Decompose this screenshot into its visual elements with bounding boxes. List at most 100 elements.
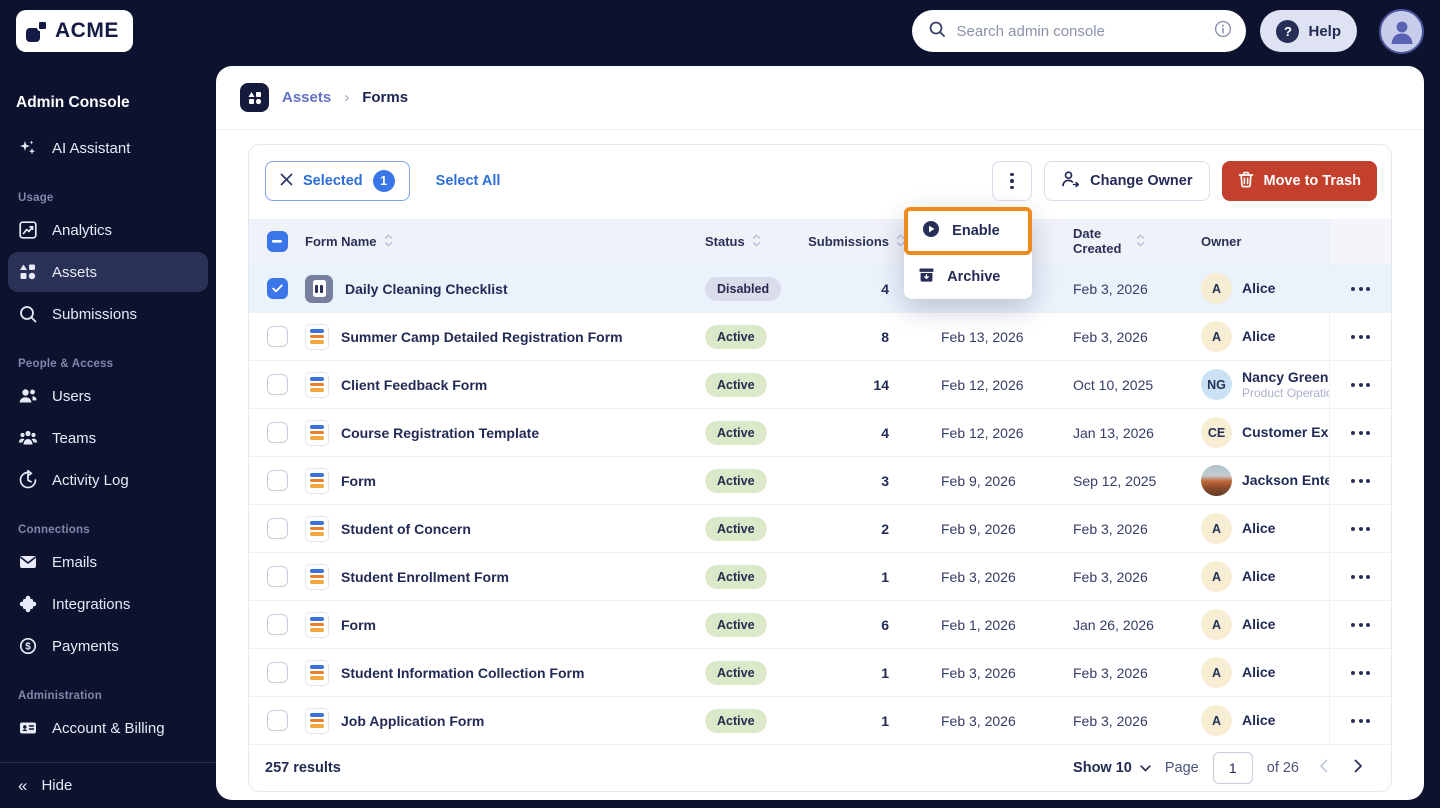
owner-name: Alice xyxy=(1242,664,1275,681)
table-row[interactable]: Student Information Collection Form Acti… xyxy=(249,648,1391,696)
page-number-input[interactable] xyxy=(1213,752,1253,784)
column-header-form-name[interactable]: Form Name xyxy=(305,234,705,250)
actions-dropdown-menu: Enable Archive xyxy=(904,207,1032,299)
owner-name: Alice xyxy=(1242,712,1275,729)
move-to-trash-button[interactable]: Move to Trash xyxy=(1222,161,1378,201)
table-row[interactable]: Client Feedback Form Active 14 Feb 12, 2… xyxy=(249,360,1391,408)
change-owner-button[interactable]: Change Owner xyxy=(1044,161,1209,201)
row-checkbox[interactable] xyxy=(267,326,288,347)
row-actions-button[interactable] xyxy=(1345,281,1376,297)
column-header-actions xyxy=(1329,219,1391,264)
status-badge: Active xyxy=(705,469,767,493)
owner-cell: A Alice xyxy=(1181,561,1329,592)
row-actions-button[interactable] xyxy=(1345,425,1376,441)
row-checkbox[interactable] xyxy=(267,710,288,731)
sparkles-icon xyxy=(18,138,38,158)
selected-filter-button[interactable]: Selected 1 xyxy=(265,161,410,201)
row-checkbox[interactable] xyxy=(267,566,288,587)
sidebar-section-label: Connections xyxy=(18,524,216,536)
form-name: Job Application Form xyxy=(341,713,484,729)
topbar: ACME ? Help xyxy=(0,0,1440,62)
sidebar-item-account-billing[interactable]: Account & Billing xyxy=(8,708,208,748)
table-row[interactable]: Form Active 6 Feb 1, 2026 Jan 26, 2026 A… xyxy=(249,600,1391,648)
table-row[interactable]: Student Enrollment Form Active 1 Feb 3, … xyxy=(249,552,1391,600)
sidebar-item-integrations[interactable]: Integrations xyxy=(8,584,208,624)
row-checkbox[interactable] xyxy=(267,662,288,683)
sidebar-item-submissions[interactable]: Submissions xyxy=(8,294,208,334)
owner-avatar: A xyxy=(1201,513,1232,544)
sidebar-hide-button[interactable]: « Hide xyxy=(0,762,216,808)
select-all-button[interactable]: Select All xyxy=(436,173,501,189)
archive-icon xyxy=(918,267,935,287)
chevron-right-icon: › xyxy=(344,89,349,106)
owner-avatar: NG xyxy=(1201,369,1232,400)
sidebar: Admin Console AI Assistant Usage Analyti… xyxy=(0,62,216,808)
row-actions-button[interactable] xyxy=(1345,713,1376,729)
owner-avatar: A xyxy=(1201,321,1232,352)
row-actions-button[interactable] xyxy=(1345,329,1376,345)
status-badge: Active xyxy=(705,661,767,685)
owner-name: Alice xyxy=(1242,280,1275,297)
column-header-date-created[interactable]: Date Created xyxy=(1051,227,1181,257)
help-button[interactable]: ? Help xyxy=(1260,10,1357,52)
sidebar-section-usage: Usage Analytics Assets Submissions xyxy=(0,192,216,334)
submissions-cell: 1 xyxy=(819,665,919,681)
table-row[interactable]: Daily Cleaning Checklist Disabled 4 Feb … xyxy=(249,264,1391,312)
select-all-checkbox[interactable] xyxy=(267,231,288,252)
form-name: Form xyxy=(341,617,376,633)
sidebar-section-label: Usage xyxy=(18,192,216,204)
row-checkbox[interactable] xyxy=(267,422,288,443)
sidebar-item-ai-assistant[interactable]: AI Assistant xyxy=(8,128,208,168)
sidebar-item-teams[interactable]: Teams xyxy=(8,418,208,458)
row-actions-button[interactable] xyxy=(1345,473,1376,489)
user-avatar[interactable] xyxy=(1379,9,1424,54)
search-input[interactable] xyxy=(956,23,1204,40)
form-name-cell: Student Information Collection Form xyxy=(305,660,705,686)
payments-icon: $ xyxy=(18,636,38,656)
row-checkbox[interactable] xyxy=(267,518,288,539)
next-page-button[interactable] xyxy=(1348,755,1369,781)
form-icon xyxy=(305,324,329,350)
row-actions-button[interactable] xyxy=(1345,521,1376,537)
bulk-actions-toolbar: Selected 1 Select All Enable Archive xyxy=(249,145,1391,219)
previous-page-button[interactable] xyxy=(1313,755,1334,781)
sidebar-item-assets[interactable]: Assets xyxy=(8,252,208,292)
row-actions-button[interactable] xyxy=(1345,569,1376,585)
table-row[interactable]: Job Application Form Active 1 Feb 3, 202… xyxy=(249,696,1391,744)
row-checkbox[interactable] xyxy=(267,470,288,491)
owner-avatar: A xyxy=(1201,609,1232,640)
more-actions-button[interactable] xyxy=(992,161,1032,201)
table-row[interactable]: Form Active 3 Feb 9, 2026 Sep 12, 2025 J… xyxy=(249,456,1391,504)
menu-item-archive[interactable]: Archive xyxy=(904,255,1032,299)
sidebar-section-label: Administration xyxy=(18,690,216,702)
row-actions-button[interactable] xyxy=(1345,665,1376,681)
menu-item-enable[interactable]: Enable xyxy=(904,207,1032,255)
date-created-cell: Jan 13, 2026 xyxy=(1051,425,1181,441)
table-row[interactable]: Course Registration Template Active 4 Fe… xyxy=(249,408,1391,456)
status-badge: Active xyxy=(705,565,767,589)
row-checkbox[interactable] xyxy=(267,374,288,395)
play-icon xyxy=(922,220,940,242)
sidebar-item-payments[interactable]: $ Payments xyxy=(8,626,208,666)
owner-cell: A Alice xyxy=(1181,513,1329,544)
breadcrumb-assets-link[interactable]: Assets xyxy=(282,89,331,106)
brand-logo[interactable]: ACME xyxy=(16,10,133,52)
column-header-status[interactable]: Status xyxy=(705,234,819,250)
row-checkbox[interactable] xyxy=(267,614,288,635)
form-name: Student Enrollment Form xyxy=(341,569,509,585)
row-actions-button[interactable] xyxy=(1345,617,1376,633)
sidebar-item-activity-log[interactable]: Activity Log xyxy=(8,460,208,500)
sidebar-item-analytics[interactable]: Analytics xyxy=(8,210,208,250)
date-created-cell: Feb 3, 2026 xyxy=(1051,329,1181,345)
table-row[interactable]: Summer Camp Detailed Registration Form A… xyxy=(249,312,1391,360)
admin-search[interactable] xyxy=(912,10,1246,52)
row-actions-button[interactable] xyxy=(1345,377,1376,393)
row-checkbox[interactable] xyxy=(267,278,288,299)
info-icon[interactable] xyxy=(1214,20,1232,43)
sidebar-item-emails[interactable]: Emails xyxy=(8,542,208,582)
sort-icon xyxy=(752,234,761,250)
table-row[interactable]: Student of Concern Active 2 Feb 9, 2026 … xyxy=(249,504,1391,552)
page-size-select[interactable]: Show 10 xyxy=(1073,760,1151,776)
sidebar-item-users[interactable]: Users xyxy=(8,376,208,416)
date-created-cell: Feb 3, 2026 xyxy=(1051,281,1181,297)
